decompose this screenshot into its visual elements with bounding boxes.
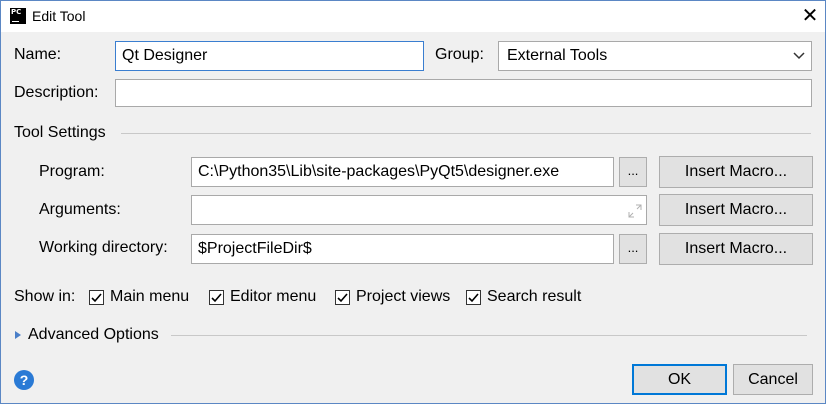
help-icon[interactable]: ? (14, 370, 34, 390)
advanced-options-label: Advanced Options (28, 326, 159, 343)
arguments-input[interactable] (191, 195, 647, 225)
group-label: Group: (435, 46, 484, 63)
tool-settings-heading: Tool Settings (14, 124, 106, 141)
description-input[interactable] (115, 79, 812, 107)
editor-menu-checkbox[interactable]: Editor menu (209, 288, 316, 306)
name-label: Name: (14, 46, 62, 63)
title-bar: PC Edit Tool ✕ (1, 1, 825, 32)
group-select-value: External Tools (507, 47, 608, 64)
tool-settings-divider (121, 133, 811, 134)
triangle-right-icon (15, 331, 21, 339)
project-views-checkbox[interactable]: Project views (335, 288, 450, 306)
advanced-options-toggle[interactable]: Advanced Options (14, 326, 159, 344)
search-result-check-icon (466, 289, 481, 305)
cancel-button[interactable]: Cancel (733, 364, 813, 395)
edit-tool-dialog: PC Edit Tool ✕ Name: Qt Designer Group: … (0, 0, 826, 404)
working-directory-input[interactable]: $ProjectFileDir$ (191, 234, 614, 264)
window-title: Edit Tool (32, 8, 86, 24)
name-input[interactable]: Qt Designer (115, 41, 424, 71)
program-insert-macro-button[interactable]: Insert Macro... (659, 156, 813, 188)
project-views-check-icon (335, 289, 350, 305)
description-label: Description: (14, 84, 99, 101)
main-menu-checkbox[interactable]: Main menu (89, 288, 189, 306)
working-directory-label: Working directory: (39, 239, 168, 256)
group-select[interactable]: External Tools (498, 41, 812, 71)
expand-icon[interactable] (628, 204, 642, 218)
program-browse-button[interactable]: ... (619, 157, 647, 187)
program-label: Program: (39, 163, 105, 180)
arguments-insert-macro-button[interactable]: Insert Macro... (659, 194, 813, 226)
editor-menu-check-icon (209, 289, 224, 305)
chevron-down-icon (793, 52, 805, 60)
main-menu-check-icon (89, 289, 104, 305)
main-menu-checkbox-label: Main menu (110, 288, 190, 305)
search-result-checkbox[interactable]: Search result (466, 288, 581, 306)
arguments-label: Arguments: (39, 201, 121, 218)
close-icon[interactable]: ✕ (795, 1, 825, 32)
working-directory-browse-button[interactable]: ... (619, 234, 647, 264)
program-input[interactable]: C:\Python35\Lib\site-packages\PyQt5\desi… (191, 157, 614, 187)
search-result-checkbox-label: Search result (487, 288, 582, 305)
pycharm-app-icon: PC (10, 8, 26, 24)
advanced-options-divider (171, 335, 807, 336)
show-in-label: Show in: (14, 288, 76, 305)
ok-button[interactable]: OK (632, 364, 727, 395)
working-directory-insert-macro-button[interactable]: Insert Macro... (659, 233, 813, 265)
project-views-checkbox-label: Project views (356, 288, 451, 305)
editor-menu-checkbox-label: Editor menu (230, 288, 317, 305)
